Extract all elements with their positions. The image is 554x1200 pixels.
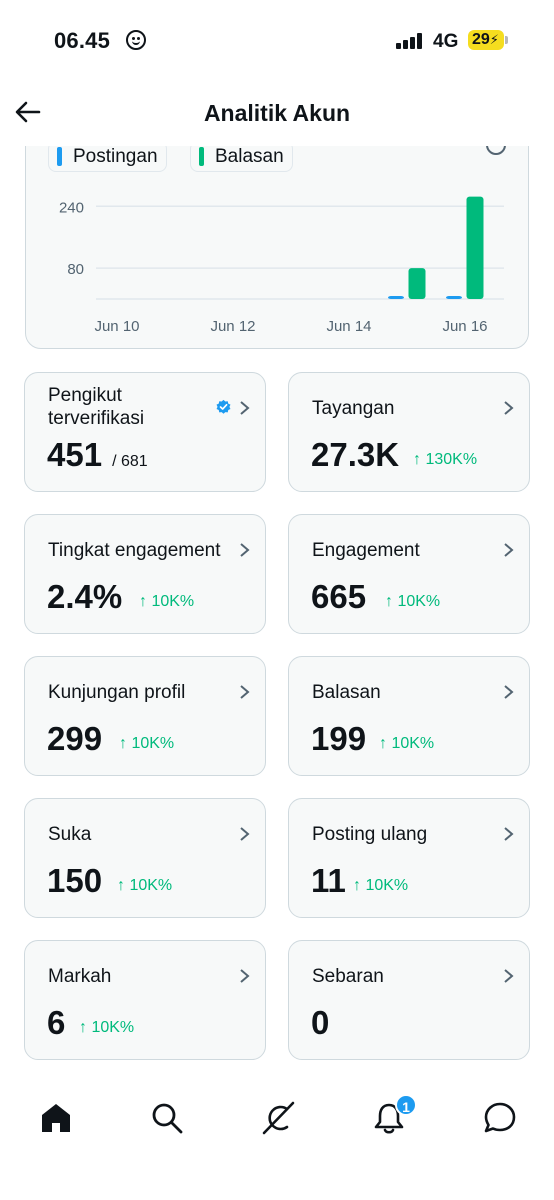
chevron-right-icon xyxy=(240,401,250,415)
card-value: 6 xyxy=(47,1004,66,1041)
chevron-right-icon xyxy=(240,543,250,557)
header: Analitik Akun xyxy=(0,84,554,146)
y-tick-label: 80 xyxy=(67,261,84,278)
card-label: Sebaran xyxy=(312,966,384,987)
notification-badge: 1 xyxy=(395,1094,417,1116)
card-label: Markah xyxy=(48,966,112,987)
chevron-right-icon xyxy=(240,969,250,983)
bar-balasan[interactable] xyxy=(408,268,426,299)
grok-icon[interactable] xyxy=(260,1100,296,1136)
chevron-right-icon xyxy=(504,685,514,699)
card-label: Tayangan xyxy=(312,398,395,419)
card-growth: ↑ 130K% xyxy=(413,451,478,468)
card-value: 2.4% xyxy=(47,578,123,615)
card-sebaran[interactable]: Sebaran 0 xyxy=(288,940,530,1060)
card-posting-ulang[interactable]: Posting ulang 11 ↑ 10K% xyxy=(288,798,530,918)
y-tick-label: 240 xyxy=(59,199,84,216)
bar-chart: 240 80 Jun 10 Jun 12 Jun 14 Jun 16 xyxy=(59,196,504,335)
card-growth: ↑ 10K% xyxy=(379,735,435,752)
card-tayangan[interactable]: Tayangan 27.3K ↑ 130K% xyxy=(288,372,530,492)
chevron-right-icon xyxy=(504,401,514,415)
card-kunjungan-profil[interactable]: Kunjungan profil 299 ↑ 10K% xyxy=(24,656,266,776)
messages-icon[interactable] xyxy=(482,1100,518,1136)
x-tick-label: Jun 12 xyxy=(210,318,255,335)
network-type: 4G xyxy=(433,31,459,52)
bottom-nav: 1 xyxy=(0,1080,554,1200)
search-icon[interactable] xyxy=(149,1100,185,1136)
chevron-right-icon xyxy=(504,543,514,557)
card-engagement[interactable]: Engagement 665 ↑ 10K% xyxy=(288,514,530,634)
status-bar: 06.45 4G 29⚡ xyxy=(0,0,554,84)
card-growth: ↑ 10K% xyxy=(139,593,195,610)
card-growth: ↑ 10K% xyxy=(385,593,441,610)
card-value: 299 xyxy=(47,720,103,757)
chevron-right-icon xyxy=(240,685,250,699)
card-value: 665 xyxy=(311,578,367,615)
card-sub-value: / 681 xyxy=(112,453,148,470)
card-growth: ↑ 10K% xyxy=(79,1019,135,1036)
card-value: 0 xyxy=(311,1004,330,1041)
card-balasan[interactable]: Balasan 199 ↑ 10K% xyxy=(288,656,530,776)
card-growth: ↑ 10K% xyxy=(119,735,175,752)
status-time: 06.45 xyxy=(54,28,111,53)
card-suka[interactable]: Suka 150 ↑ 10K% xyxy=(24,798,266,918)
x-tick-label: Jun 10 xyxy=(94,318,139,335)
card-label: Kunjungan profil xyxy=(48,682,186,703)
page-title: Analitik Akun xyxy=(203,100,351,126)
signal-icon xyxy=(396,33,424,49)
chevron-right-icon xyxy=(240,827,250,841)
card-growth: ↑ 10K% xyxy=(117,877,173,894)
card-value: 150 xyxy=(47,862,103,899)
card-markah[interactable]: Markah 6 ↑ 10K% xyxy=(24,940,266,1060)
x-tick-label: Jun 14 xyxy=(326,318,371,335)
card-value: 27.3K xyxy=(311,436,400,473)
card-growth: ↑ 10K% xyxy=(353,877,409,894)
card-value: 11 xyxy=(311,862,346,899)
chart-card: Postingan Balasan 240 80 Jun 10 Jun 12 Jun 1… xyxy=(25,120,529,349)
card-label: Tingkat engagement xyxy=(48,540,221,561)
card-value: 451/ 681 xyxy=(47,436,148,473)
card-value: 199 xyxy=(311,720,367,757)
verified-badge-icon xyxy=(216,399,231,414)
bar-postingan[interactable] xyxy=(388,296,404,299)
chevron-right-icon xyxy=(504,969,514,983)
card-label: Pengikut terverifikasi xyxy=(48,385,145,429)
card-tingkat-engagement[interactable]: Tingkat engagement 2.4% ↑ 10K% xyxy=(24,514,266,634)
home-icon[interactable] xyxy=(38,1100,74,1136)
battery-level: 29⚡ xyxy=(472,31,499,48)
smiley-icon xyxy=(126,30,146,50)
card-label: Posting ulang xyxy=(312,824,428,845)
card-label: Balasan xyxy=(312,682,381,703)
bar-balasan[interactable] xyxy=(466,196,484,299)
chevron-right-icon xyxy=(504,827,514,841)
card-label: Engagement xyxy=(312,540,420,561)
x-tick-label: Jun 16 xyxy=(442,318,487,335)
card-pengikut-terverifikasi[interactable]: Pengikut terverifikasi 451/ 681 xyxy=(24,372,266,492)
bar-postingan[interactable] xyxy=(446,296,462,299)
card-label: Suka xyxy=(48,824,92,845)
